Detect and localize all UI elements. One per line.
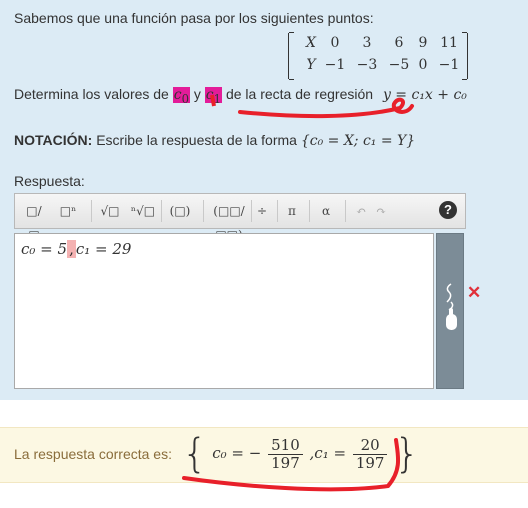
answer-editor[interactable]: c₀ = 5, c₁ = 29 (14, 233, 434, 389)
matrix-cell: 0 (418, 57, 428, 73)
sqrt-button[interactable]: √□ (97, 199, 123, 223)
c0-fraction: 510 197 (268, 436, 303, 472)
matrix-cell: 3 (362, 35, 372, 51)
c1-numerator: 20 (352, 436, 388, 455)
correct-answer-label: La respuesta correcta es: (14, 446, 172, 462)
toolbar-divider (251, 200, 252, 222)
and-text: y (193, 86, 201, 102)
notation-math: {c₀ = X; c₁ = Y} (300, 133, 416, 149)
c0-denominator: 197 (271, 453, 300, 472)
parentheses-button[interactable]: (□) (167, 199, 193, 223)
toolbar-divider (345, 200, 346, 222)
matrix-button[interactable]: (□□/□□) (209, 199, 249, 242)
c1-fraction: 20 197 (352, 436, 388, 472)
answer-c1: c₁ = 29 (75, 240, 132, 258)
c0-numerator: 510 (268, 436, 303, 455)
correct-c1-prefix: ,c₁ = (309, 444, 347, 462)
matrix-cell: −5 (388, 57, 410, 73)
determine-suffix: de la recta de regresión (225, 86, 374, 102)
notation-bold: NOTACIÓN: (14, 132, 93, 148)
correct-answer-math: { c₀ = − 510 197 ,c₁ = 20 197 } (182, 431, 420, 477)
notation-text: Escribe la respuesta de la forma (96, 132, 297, 148)
question-intro: Sabemos que una función pasa por los sig… (14, 10, 374, 26)
undo-icon[interactable]: ↶ (353, 199, 369, 223)
hand-pointer-icon (446, 283, 457, 330)
answer-error-separator: , (67, 240, 76, 258)
correct-c0-prefix: c₀ = − (212, 444, 262, 462)
toolbar-divider (277, 200, 278, 222)
handwriting-panel-toggle[interactable] (436, 233, 464, 389)
matrix-cell: 11 (440, 35, 458, 51)
toolbar-divider (161, 200, 162, 222)
matrix-cell: Y (306, 57, 316, 73)
points-matrix: X 0 3 6 9 11 Y −1 −3 −5 0 −1 (288, 32, 469, 80)
matrix-cell: 9 (418, 35, 428, 51)
math-toolbar: □/□ □ⁿ √□ ⁿ√□ (□) (□□/□□) ÷ π α ↶ ↷ ? (14, 193, 466, 242)
help-icon[interactable]: ? (439, 201, 457, 219)
question-panel: Sabemos que una función pasa por los sig… (0, 0, 528, 400)
answer-c0: c₀ = 5 (21, 240, 68, 258)
redo-icon[interactable]: ↷ (373, 199, 389, 223)
matrix-cell: 0 (330, 35, 340, 51)
correct-answer-panel: La respuesta correcta es: { c₀ = − 510 1… (0, 427, 528, 483)
toolbar-divider (203, 200, 204, 222)
matrix-cell: −1 (438, 57, 460, 73)
matrix-cell: −3 (356, 57, 378, 73)
c0-highlight: c0 (172, 87, 191, 106)
matrix-row-x: X 0 3 6 9 11 (289, 35, 469, 55)
notation-line: NOTACIÓN: Escribe la respuesta de la for… (14, 132, 415, 149)
nth-root-button[interactable]: ⁿ√□ (129, 199, 157, 223)
toolbar-divider (91, 200, 92, 222)
fraction-button[interactable]: □/□ (23, 199, 45, 242)
determine-line: Determina los valores de c0 y c1 de la r… (14, 86, 467, 106)
matrix-cell: X (306, 35, 316, 51)
divide-button[interactable]: ÷ (255, 199, 269, 223)
c1-denominator: 197 (355, 453, 385, 472)
power-button[interactable]: □ⁿ (57, 199, 79, 223)
matrix-cell: 6 (394, 35, 404, 51)
determine-prefix: Determina los valores de (14, 86, 169, 102)
matrix-cell: −1 (324, 57, 346, 73)
matrix-row-y: Y −1 −3 −5 0 −1 (289, 57, 469, 77)
greek-button[interactable]: α (319, 199, 333, 223)
left-brace: { (182, 431, 208, 477)
pi-button[interactable]: π (285, 199, 299, 223)
answer-text: c₀ = 5, c₁ = 29 (21, 240, 131, 258)
right-brace: } (394, 431, 420, 477)
c1-highlight: c1 (204, 87, 223, 106)
response-label: Respuesta: (14, 173, 85, 189)
incorrect-icon: ✕ (467, 283, 482, 302)
toolbar-divider (309, 200, 310, 222)
regression-equation: y = c₁x + c₀ (382, 87, 467, 103)
